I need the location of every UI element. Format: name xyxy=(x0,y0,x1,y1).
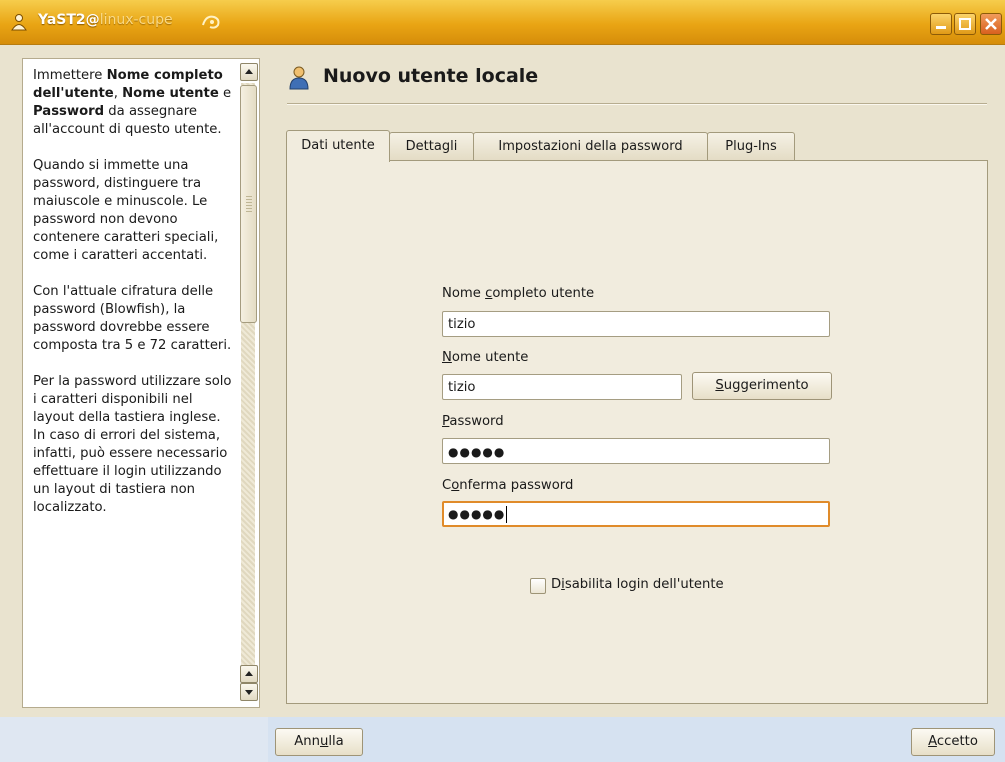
username-input[interactable]: tizio xyxy=(442,374,682,400)
confirm-password-label: Conferma password xyxy=(442,478,574,493)
scroll-up-button[interactable] xyxy=(240,63,258,81)
password-input[interactable]: ●●●●● xyxy=(442,438,830,464)
maximize-icon xyxy=(959,18,971,30)
tab-dati-utente[interactable]: Dati utente xyxy=(286,130,390,162)
help-scrollbar[interactable] xyxy=(239,63,258,701)
yast-user-icon xyxy=(11,14,27,31)
close-button[interactable] xyxy=(980,13,1002,35)
user-icon xyxy=(289,66,309,90)
tab-plug-ins[interactable]: Plug-Ins xyxy=(707,132,795,160)
scroll-thumb[interactable] xyxy=(240,85,257,323)
password-mask: ●●●●● xyxy=(448,445,506,459)
heading-separator xyxy=(287,103,987,105)
help-paragraph: Immettere Nome completo dell'utente, Nom… xyxy=(33,68,232,137)
arrow-up-icon xyxy=(245,69,253,74)
text-caret xyxy=(506,505,508,523)
minimize-icon xyxy=(936,26,946,29)
help-panel[interactable]: Immettere Nome completo dell'utente, Nom… xyxy=(22,58,260,708)
window-title: YaST2@linux-cupe xyxy=(38,12,173,28)
confirm-password-mask: ●●●●● xyxy=(448,507,506,521)
password-label: Password xyxy=(442,414,504,429)
username-label: Nome utente xyxy=(442,350,529,365)
disable-login-label[interactable]: Disabilita login dell'utente xyxy=(551,577,724,592)
fullname-label: Nome completo utente xyxy=(442,286,595,301)
footer-left-strip xyxy=(0,717,268,762)
window-host: linux-cupe xyxy=(99,12,173,28)
tab-impostazioni-password[interactable]: Impostazioni della password xyxy=(473,132,708,160)
help-paragraph: Con l'attuale cifratura delle password (… xyxy=(33,284,232,353)
accept-button[interactable]: Accetto xyxy=(911,728,995,756)
cancel-button[interactable]: Annulla xyxy=(275,728,363,756)
disable-login-checkbox[interactable] xyxy=(530,578,546,594)
scroll-up-button-bottom[interactable] xyxy=(240,665,258,683)
suggest-button[interactable]: Suggerimento xyxy=(692,372,832,400)
scroll-down-button[interactable] xyxy=(240,683,258,701)
minimize-button[interactable] xyxy=(930,13,952,35)
close-icon xyxy=(985,18,997,30)
arrow-up-icon xyxy=(245,671,253,676)
window-titlebar[interactable]: YaST2@linux-cupe xyxy=(0,0,1005,45)
confirm-password-input[interactable]: ●●●●● xyxy=(442,501,830,527)
fullname-input[interactable]: tizio xyxy=(442,311,830,337)
maximize-button[interactable] xyxy=(954,13,976,35)
footer-bar xyxy=(0,717,1005,762)
help-paragraph: Per la password utilizzare solo i caratt… xyxy=(33,374,232,515)
opensuse-chameleon-icon xyxy=(202,15,220,29)
help-text: Immettere Nome completo dell'utente, Nom… xyxy=(33,67,233,535)
scroll-grip xyxy=(246,196,252,212)
help-paragraph: Quando si immette una password, distingu… xyxy=(33,158,219,263)
arrow-down-icon xyxy=(245,690,253,695)
tab-panel xyxy=(286,160,988,704)
page-title: Nuovo utente locale xyxy=(323,65,539,87)
tab-dettagli[interactable]: Dettagli xyxy=(389,132,474,160)
